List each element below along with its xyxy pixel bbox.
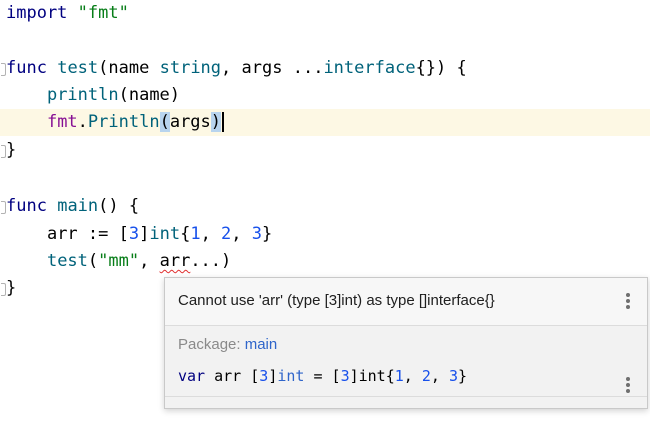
- package-label: Package:: [178, 336, 241, 353]
- number-literal: 3: [128, 224, 140, 244]
- package-ref: fmt: [46, 112, 78, 132]
- comma: ,: [403, 367, 422, 385]
- number-literal: 3: [259, 367, 269, 385]
- code-line-1[interactable]: import "fmt": [0, 0, 650, 27]
- code-line-3[interactable]: func test(name string, args ...interface…: [0, 55, 650, 82]
- code-text: {}) {: [415, 58, 467, 78]
- code-text: (name): [118, 85, 181, 105]
- code-line-5-current[interactable]: fmt.Println(args): [0, 109, 650, 136]
- more-actions-icon[interactable]: [625, 377, 631, 395]
- function-call: Println: [87, 112, 160, 132]
- function-name: main: [57, 196, 99, 216]
- keyword: func: [6, 58, 47, 78]
- comma: ,: [430, 367, 449, 385]
- error-highlighted-arg[interactable]: arr: [160, 251, 191, 271]
- decl-text: ]int{: [349, 367, 395, 385]
- decl-text: = [: [304, 367, 341, 385]
- number-literal: 2: [221, 224, 232, 244]
- arg-name: args: [169, 112, 211, 132]
- decl-text: ]: [268, 367, 278, 385]
- code-line-9[interactable]: arr := [3]int{1, 2, 3}: [0, 221, 650, 248]
- comma: ,: [231, 224, 252, 244]
- number-literal: 1: [394, 367, 404, 385]
- error-tooltip-header: Cannot use 'arr' (type [3]int) as type […: [165, 278, 647, 326]
- code-text: ...): [190, 251, 232, 271]
- matched-paren: (: [159, 112, 170, 132]
- function-call: test: [46, 251, 88, 271]
- divider: [165, 396, 647, 397]
- code-line-10[interactable]: test("mm", arr...): [0, 248, 650, 275]
- dot: .: [77, 112, 88, 132]
- code-text: {: [180, 224, 191, 244]
- code-text: }: [6, 140, 17, 160]
- code-text: arr := [: [46, 224, 129, 244]
- keyword: import: [6, 3, 68, 23]
- comma: ,: [221, 58, 242, 78]
- param-name: args: [241, 58, 283, 78]
- number-literal: 3: [340, 367, 350, 385]
- param-name: name: [108, 58, 150, 78]
- variadic-dots: ...: [292, 58, 324, 78]
- code-text: }: [262, 224, 273, 244]
- matched-paren: ): [210, 112, 222, 132]
- keyword: var: [178, 367, 206, 385]
- number-literal: 1: [190, 224, 201, 244]
- decl-text: }: [457, 367, 467, 385]
- text-caret: [222, 112, 225, 132]
- string-literal: "fmt": [77, 3, 129, 23]
- number-literal: 2: [421, 367, 431, 385]
- number-literal: 3: [251, 224, 263, 244]
- error-tooltip-popup[interactable]: Cannot use 'arr' (type [3]int) as type […: [164, 277, 648, 409]
- code-text: }: [6, 278, 17, 298]
- package-info: Package: main: [178, 336, 277, 353]
- code-line-6[interactable]: }: [0, 137, 650, 164]
- code-line-4[interactable]: println(name): [0, 82, 650, 109]
- paren: (: [87, 251, 99, 271]
- function-name: test: [57, 58, 99, 78]
- code-text: () {: [98, 196, 140, 216]
- declaration-signature: var arr [3]int = [3]int{1, 2, 3}: [178, 367, 467, 385]
- type-link[interactable]: int: [277, 367, 304, 385]
- code-line-8[interactable]: func main() {: [0, 193, 650, 220]
- more-actions-icon[interactable]: [625, 293, 631, 311]
- type-name: int: [149, 224, 181, 244]
- type-name: string: [159, 58, 222, 78]
- keyword: func: [6, 196, 47, 216]
- comma: ,: [139, 251, 160, 271]
- package-link[interactable]: main: [245, 336, 278, 353]
- function-call: println: [46, 85, 119, 105]
- decl-text: arr [: [205, 367, 260, 385]
- type-name: interface: [323, 58, 416, 78]
- comma: ,: [200, 224, 222, 244]
- number-literal: 3: [448, 367, 458, 385]
- string-literal: "mm": [98, 251, 140, 271]
- error-message: Cannot use 'arr' (type [3]int) as type […: [178, 292, 495, 309]
- code-text: ]: [139, 224, 150, 244]
- paren: (: [98, 58, 109, 78]
